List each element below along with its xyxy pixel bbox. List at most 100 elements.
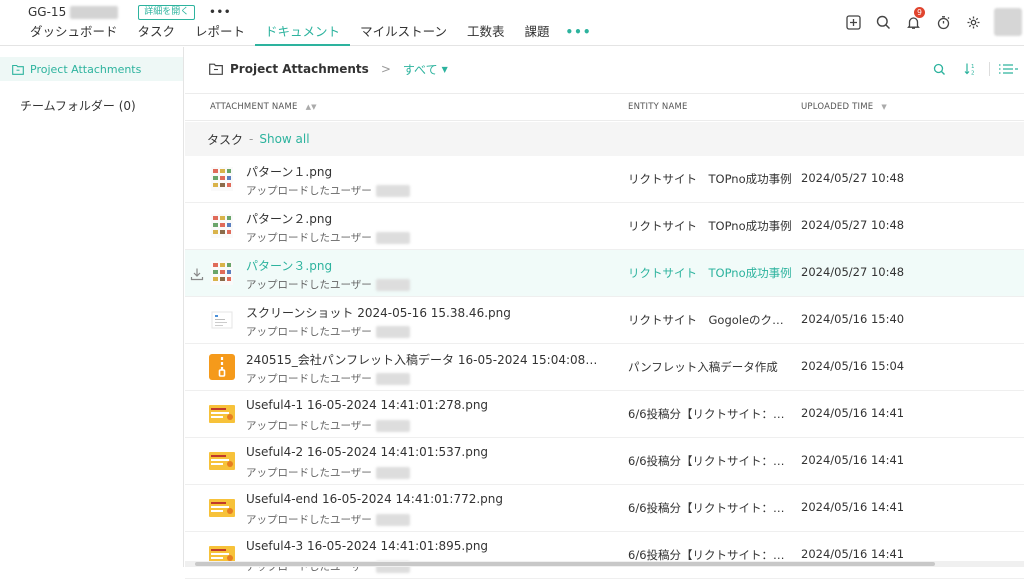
search-icon[interactable]: [923, 59, 955, 79]
uploader-label: アップロードしたユーザー: [246, 373, 372, 385]
chevron-down-icon[interactable]: ▼: [442, 65, 448, 74]
toolbar-divider: [989, 62, 990, 76]
header-actions: 9: [838, 7, 1024, 36]
sidebar-item-team-folder[interactable]: チームフォルダー (0): [20, 97, 136, 114]
sidebar-item-project-attachments[interactable]: Project Attachments: [0, 57, 183, 81]
tab-documents[interactable]: ドキュメント: [255, 20, 351, 46]
breadcrumb: Project Attachments > すべて ▼: [209, 59, 448, 79]
uploader-name-redacted: [375, 513, 410, 526]
add-icon[interactable]: [838, 8, 868, 36]
scrollbar-thumb[interactable]: [195, 562, 935, 566]
uploaded-time: 2024/05/16 14:41: [801, 547, 905, 561]
folder-icon: [12, 64, 24, 75]
tab-milestones[interactable]: マイルストーン: [350, 20, 457, 46]
file-name-link[interactable]: Useful4-1 16-05-2024 14:41:01:278.png: [246, 398, 488, 412]
column-attachment-name[interactable]: ATTACHMENT NAME ▲▼: [210, 94, 317, 120]
sort-desc-icon[interactable]: ▼: [881, 94, 887, 120]
table-row[interactable]: Useful4-3 16-05-2024 14:41:01:895.png アップ…: [185, 532, 1024, 579]
table-row[interactable]: スクリーンショット 2024-05-16 15.38.46.png アップロードし…: [185, 297, 1024, 344]
gear-icon[interactable]: [958, 8, 988, 36]
file-thumbnail[interactable]: [208, 400, 236, 428]
tab-tasks[interactable]: タスク: [128, 20, 186, 46]
table-row[interactable]: パターン３.png アップロードしたユーザー リクトサイト TOPno成功事例 202…: [185, 250, 1024, 297]
attachment-list: パターン１.png アップロードしたユーザー リクトサイト TOPno成功事例 202…: [185, 156, 1024, 579]
table-row[interactable]: パターン１.png アップロードしたユーザー リクトサイト TOPno成功事例 202…: [185, 156, 1024, 203]
column-label: UPLOADED TIME: [801, 102, 874, 112]
file-name-link[interactable]: パターン２.png: [246, 210, 332, 227]
uploader-info: アップロードしたユーザー: [246, 418, 410, 433]
file-thumbnail[interactable]: [208, 165, 236, 193]
table-row[interactable]: パターン２.png アップロードしたユーザー リクトサイト TOPno成功事例 202…: [185, 203, 1024, 250]
file-name-link[interactable]: パターン３.png: [246, 257, 332, 274]
file-name-link[interactable]: Useful4-end 16-05-2024 14:41:01:772.png: [246, 492, 503, 506]
uploaded-time: 2024/05/16 14:41: [801, 500, 905, 514]
uploader-name-redacted: [375, 372, 410, 385]
uploader-name-redacted: [375, 466, 410, 479]
file-thumbnail[interactable]: [208, 353, 236, 381]
file-thumbnail[interactable]: [208, 306, 236, 334]
file-name-link[interactable]: スクリーンショット 2024-05-16 15.38.46.png: [246, 304, 511, 321]
timer-icon[interactable]: [928, 8, 958, 36]
file-thumbnail[interactable]: [208, 494, 236, 522]
file-name-link[interactable]: Useful4-3 16-05-2024 14:41:01:895.png: [246, 539, 488, 553]
uploaded-time: 2024/05/27 10:48: [801, 265, 905, 279]
uploader-info: アップロードしたユーザー: [246, 465, 410, 480]
tab-issues[interactable]: 課題: [514, 20, 559, 46]
file-name-link[interactable]: Useful4-2 16-05-2024 14:41:01:537.png: [246, 445, 488, 459]
sidebar: Project Attachments チームフォルダー (0): [0, 47, 184, 567]
project-nav: ダッシュボード タスク レポート ドキュメント マイルストーン 工数表 課題 •…: [20, 20, 598, 46]
project-name[interactable]: GG-15: [28, 5, 66, 19]
column-label: ENTITY NAME: [628, 102, 688, 112]
uploader-label: アップロードしたユーザー: [246, 279, 372, 291]
bell-icon[interactable]: 9: [898, 7, 928, 36]
table-row[interactable]: 240515_会社パンフレット入稿データ 16-05-2024 15:04:08…: [185, 344, 1024, 391]
entity-name-link[interactable]: リクトサイト Gogoleのクチコミ: [628, 312, 793, 328]
horizontal-scrollbar[interactable]: [185, 561, 1024, 567]
sort-icon[interactable]: 12: [955, 59, 987, 79]
file-thumbnail[interactable]: [208, 212, 236, 240]
list-toolbar: 12: [923, 59, 1024, 79]
entity-name-link[interactable]: 6/6投稿分【リクトサイト：お役立ち】: [628, 453, 793, 469]
uploader-name-redacted: [375, 278, 410, 291]
uploader-info: アップロードしたユーザー: [246, 324, 410, 339]
filter-dropdown[interactable]: すべて: [403, 61, 438, 78]
file-name-link[interactable]: パターン１.png: [246, 163, 332, 180]
uploaded-time: 2024/05/27 10:48: [801, 218, 905, 232]
file-name-link[interactable]: 240515_会社パンフレット入稿データ 16-05-2024 15:04:08…: [246, 351, 598, 368]
project-more-icon[interactable]: •••: [209, 7, 231, 18]
uploaded-time: 2024/05/27 10:48: [801, 171, 905, 185]
column-entity-name[interactable]: ENTITY NAME: [628, 94, 688, 120]
uploader-label: アップロードしたユーザー: [246, 326, 372, 338]
table-row[interactable]: Useful4-2 16-05-2024 14:41:01:537.png アップ…: [185, 438, 1024, 485]
sort-toggle-icon[interactable]: ▲▼: [306, 94, 317, 120]
breadcrumb-separator: >: [380, 62, 391, 76]
file-thumbnail[interactable]: [208, 447, 236, 475]
group-name: タスク: [207, 132, 244, 147]
entity-name-link[interactable]: 6/6投稿分【リクトサイト：お役立ち】: [628, 500, 793, 516]
uploader-info: アップロードしたユーザー: [246, 230, 410, 245]
top-header: GG-15 詳細を開く ••• ダッシュボード タスク レポート ドキュメント …: [0, 0, 1024, 46]
group-separator: -: [249, 132, 254, 146]
open-details-button[interactable]: 詳細を開く: [138, 4, 196, 20]
entity-name-link[interactable]: パンフレット入稿データ作成: [628, 359, 793, 375]
uploader-info: アップロードしたユーザー: [246, 277, 410, 292]
nav-more-icon[interactable]: •••: [559, 20, 597, 46]
download-icon[interactable]: [190, 266, 204, 281]
entity-name-link[interactable]: リクトサイト TOPno成功事例: [628, 265, 793, 281]
file-thumbnail[interactable]: [208, 259, 236, 287]
entity-name-link[interactable]: リクトサイト TOPno成功事例: [628, 218, 793, 234]
table-row[interactable]: Useful4-end 16-05-2024 14:41:01:772.png ア…: [185, 485, 1024, 532]
tab-dashboard[interactable]: ダッシュボード: [20, 20, 128, 46]
uploaded-time: 2024/05/16 15:40: [801, 312, 905, 326]
avatar[interactable]: [994, 8, 1022, 36]
entity-name-link[interactable]: 6/6投稿分【リクトサイト：お役立ち】: [628, 406, 793, 422]
column-uploaded-time[interactable]: UPLOADED TIME ▼: [801, 94, 887, 120]
list-view-icon[interactable]: [992, 59, 1024, 79]
tab-timesheet[interactable]: 工数表: [457, 20, 515, 46]
table-row[interactable]: Useful4-1 16-05-2024 14:41:01:278.png アップ…: [185, 391, 1024, 438]
show-all-link[interactable]: Show all: [259, 132, 309, 146]
tab-reports[interactable]: レポート: [185, 20, 255, 46]
entity-name-link[interactable]: リクトサイト TOPno成功事例: [628, 171, 793, 187]
project-switcher[interactable]: GG-15 詳細を開く •••: [28, 4, 231, 20]
search-icon[interactable]: [868, 8, 898, 36]
